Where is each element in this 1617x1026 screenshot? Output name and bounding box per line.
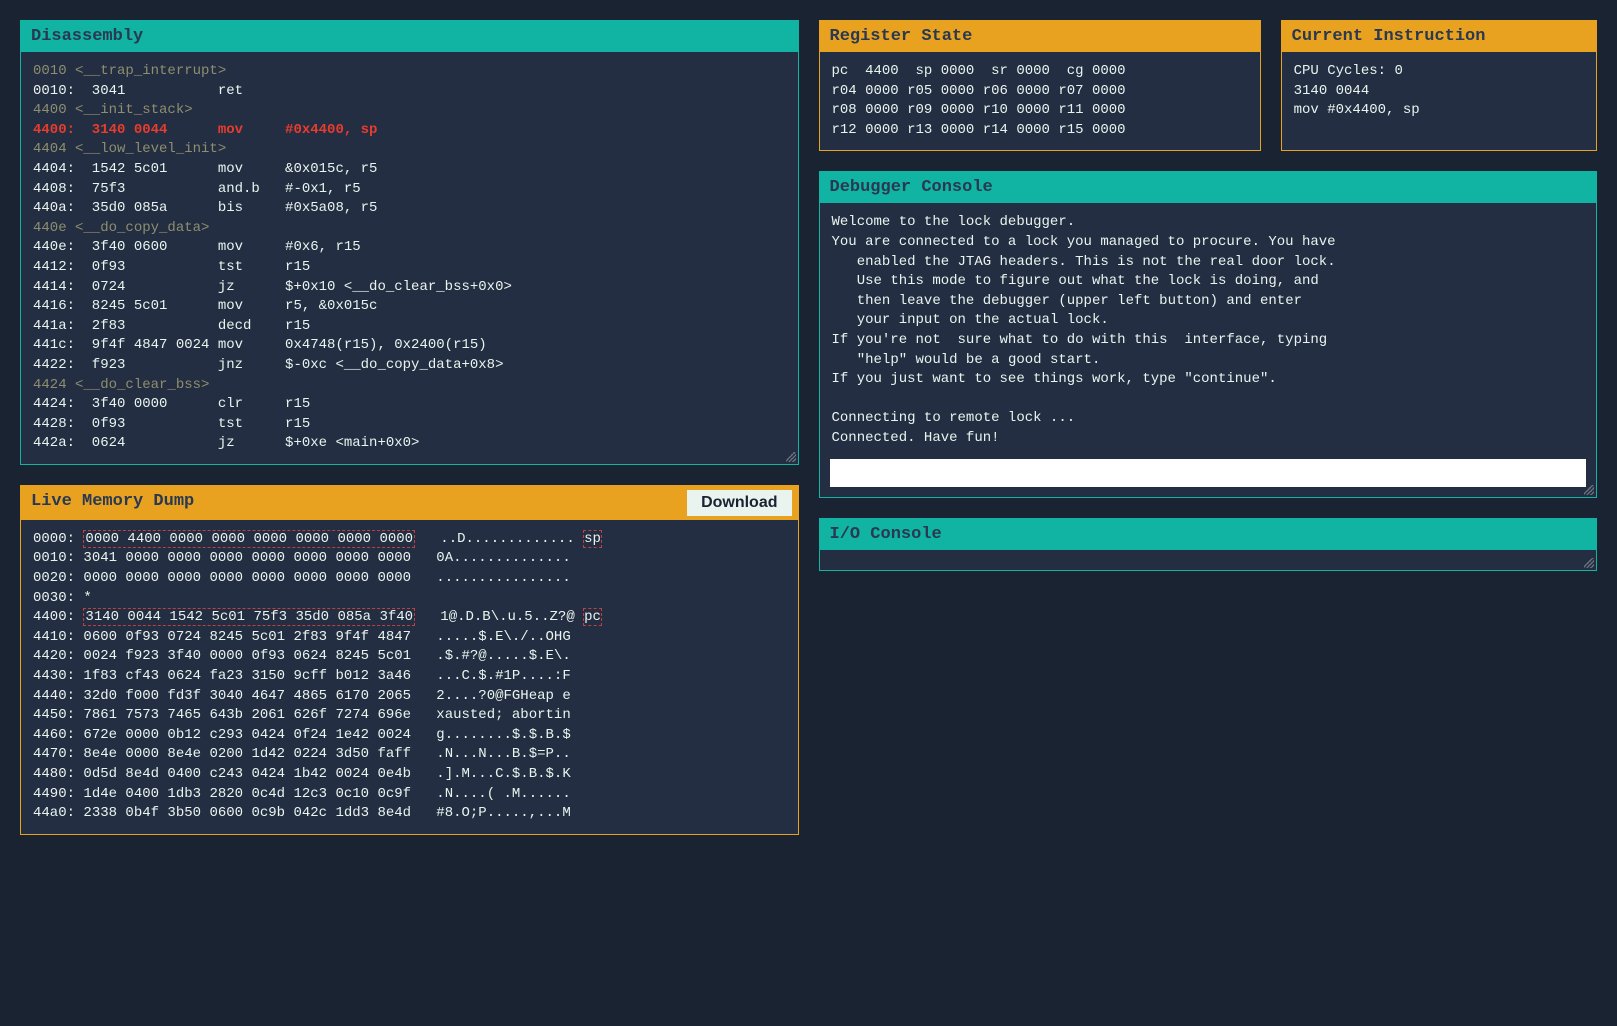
disassembly-line[interactable]: 4404 <__low_level_init>	[33, 140, 786, 160]
current-instruction-line: CPU Cycles: 0	[1294, 62, 1584, 82]
current-instruction-panel: Current Instruction CPU Cycles: 03140 00…	[1281, 20, 1597, 151]
memory-pointer-sp: sp	[583, 530, 602, 548]
debugger-console-title: Debugger Console	[830, 178, 993, 197]
current-instruction-line: mov #0x4400, sp	[1294, 101, 1584, 121]
memory-body[interactable]: 0000: 0000 4400 0000 0000 0000 0000 0000…	[21, 520, 798, 834]
register-line: pc 4400 sp 0000 sr 0000 cg 0000	[832, 62, 1248, 82]
disassembly-line[interactable]: 4404: 1542 5c01 mov &0x015c, r5	[33, 160, 786, 180]
disassembly-line[interactable]: 4424: 3f40 0000 clr r15	[33, 395, 786, 415]
disassembly-line[interactable]: 0010: 3041 ret	[33, 82, 786, 102]
register-line: r04 0000 r05 0000 r06 0000 r07 0000	[832, 82, 1248, 102]
download-button[interactable]: Download	[687, 490, 791, 516]
disassembly-header: Disassembly	[21, 21, 798, 52]
io-console-body	[820, 550, 1597, 570]
disassembly-line[interactable]: 441c: 9f4f 4847 0024 mov 0x4748(r15), 0x…	[33, 336, 786, 356]
memory-line[interactable]: 4480: 0d5d 8e4d 0400 c243 0424 1b42 0024…	[33, 765, 786, 785]
disassembly-panel: Disassembly 0010 <__trap_interrupt>0010:…	[20, 20, 799, 465]
memory-line[interactable]: 4450: 7861 7573 7465 643b 2061 626f 7274…	[33, 706, 786, 726]
disassembly-title: Disassembly	[31, 27, 143, 46]
disassembly-line[interactable]: 4414: 0724 jz $+0x10 <__do_clear_bss+0x0…	[33, 278, 786, 298]
memory-line[interactable]: 4490: 1d4e 0400 1db3 2820 0c4d 12c3 0c10…	[33, 785, 786, 805]
debugger-console-header: Debugger Console	[820, 172, 1597, 203]
disassembly-line[interactable]: 442a: 0624 jz $+0xe <main+0x0>	[33, 434, 786, 454]
debugger-console-output: Welcome to the lock debugger. You are co…	[820, 203, 1597, 458]
disassembly-line[interactable]: 440e <__do_copy_data>	[33, 219, 786, 239]
disassembly-line[interactable]: 4424 <__do_clear_bss>	[33, 376, 786, 396]
memory-line[interactable]: 4440: 32d0 f000 fd3f 3040 4647 4865 6170…	[33, 687, 786, 707]
memory-line[interactable]: 0030: *	[33, 589, 786, 609]
memory-line[interactable]: 4410: 0600 0f93 0724 8245 5c01 2f83 9f4f…	[33, 628, 786, 648]
memory-line[interactable]: 4400: 3140 0044 1542 5c01 75f3 35d0 085a…	[33, 608, 786, 628]
memory-pointer-pc: pc	[583, 608, 602, 626]
current-instruction-body: CPU Cycles: 03140 0044mov #0x4400, sp	[1282, 52, 1596, 150]
disassembly-resize-handle[interactable]	[786, 452, 796, 462]
disassembly-line[interactable]: 4412: 0f93 tst r15	[33, 258, 786, 278]
memory-line[interactable]: 44a0: 2338 0b4f 3b50 0600 0c9b 042c 1dd3…	[33, 804, 786, 824]
memory-header: Live Memory Dump Download	[21, 486, 798, 520]
disassembly-line[interactable]: 440a: 35d0 085a bis #0x5a08, r5	[33, 199, 786, 219]
register-header: Register State	[820, 21, 1260, 52]
register-body: pc 4400 sp 0000 sr 0000 cg 0000r04 0000 …	[820, 52, 1260, 150]
memory-panel: Live Memory Dump Download 0000: 0000 440…	[20, 485, 799, 835]
current-instruction-line: 3140 0044	[1294, 82, 1584, 102]
disassembly-line[interactable]: 4428: 0f93 tst r15	[33, 415, 786, 435]
debugger-console-panel: Debugger Console Welcome to the lock deb…	[819, 171, 1598, 497]
disassembly-body[interactable]: 0010 <__trap_interrupt>0010: 3041 ret440…	[21, 52, 798, 464]
disassembly-line[interactable]: 441a: 2f83 decd r15	[33, 317, 786, 337]
debugger-console-resize-handle[interactable]	[1584, 485, 1594, 495]
disassembly-line[interactable]: 4400 <__init_stack>	[33, 101, 786, 121]
debugger-console-input[interactable]	[830, 459, 1587, 487]
disassembly-line[interactable]: 440e: 3f40 0600 mov #0x6, r15	[33, 238, 786, 258]
io-console-title: I/O Console	[830, 525, 942, 544]
register-line: r12 0000 r13 0000 r14 0000 r15 0000	[832, 121, 1248, 141]
disassembly-line[interactable]: 4400: 3140 0044 mov #0x4400, sp	[33, 121, 786, 141]
io-console-panel: I/O Console	[819, 518, 1598, 571]
register-line: r08 0000 r09 0000 r10 0000 r11 0000	[832, 101, 1248, 121]
memory-title: Live Memory Dump	[31, 492, 194, 511]
current-instruction-header: Current Instruction	[1282, 21, 1596, 52]
memory-line[interactable]: 4470: 8e4e 0000 8e4e 0200 1d42 0224 3d50…	[33, 745, 786, 765]
memory-line[interactable]: 0010: 3041 0000 0000 0000 0000 0000 0000…	[33, 549, 786, 569]
memory-line[interactable]: 4460: 672e 0000 0b12 c293 0424 0f24 1e42…	[33, 726, 786, 746]
io-console-resize-handle[interactable]	[1584, 558, 1594, 568]
register-panel: Register State pc 4400 sp 0000 sr 0000 c…	[819, 20, 1261, 151]
io-console-header: I/O Console	[820, 519, 1597, 550]
disassembly-line[interactable]: 0010 <__trap_interrupt>	[33, 62, 786, 82]
disassembly-line[interactable]: 4416: 8245 5c01 mov r5, &0x015c	[33, 297, 786, 317]
memory-line[interactable]: 0020: 0000 0000 0000 0000 0000 0000 0000…	[33, 569, 786, 589]
memory-line[interactable]: 4430: 1f83 cf43 0624 fa23 3150 9cff b012…	[33, 667, 786, 687]
memory-line[interactable]: 0000: 0000 4400 0000 0000 0000 0000 0000…	[33, 530, 786, 550]
register-title: Register State	[830, 27, 973, 46]
disassembly-line[interactable]: 4422: f923 jnz $-0xc <__do_copy_data+0x8…	[33, 356, 786, 376]
disassembly-line[interactable]: 4408: 75f3 and.b #-0x1, r5	[33, 180, 786, 200]
memory-line[interactable]: 4420: 0024 f923 3f40 0000 0f93 0624 8245…	[33, 647, 786, 667]
current-instruction-title: Current Instruction	[1292, 27, 1486, 46]
